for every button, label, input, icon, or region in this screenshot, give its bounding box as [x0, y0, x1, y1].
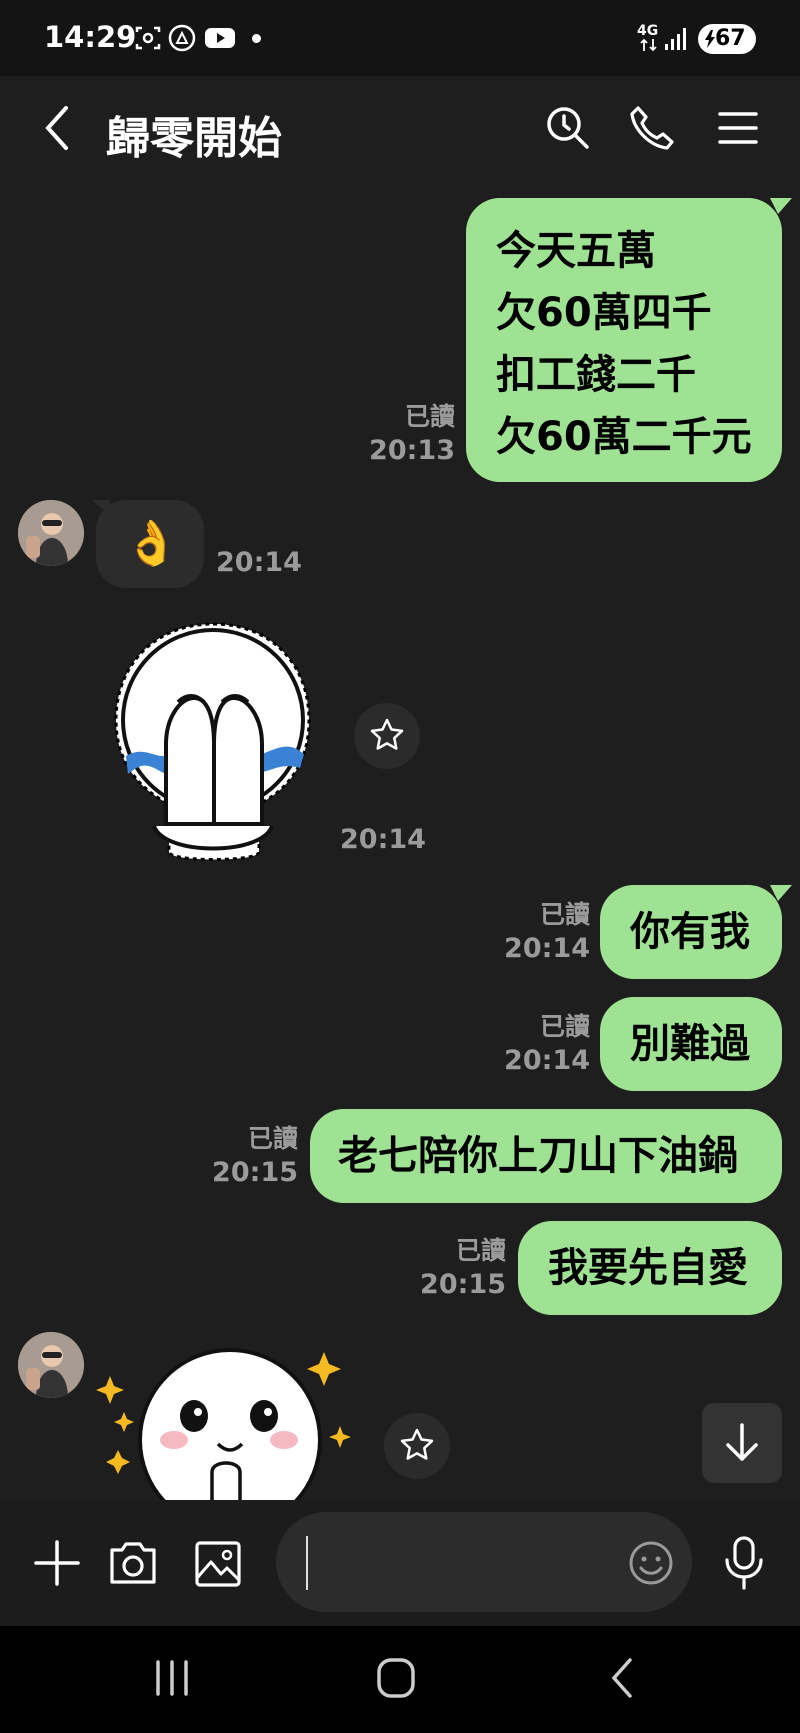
message-input[interactable]: [276, 1512, 692, 1612]
read-status: 已讀: [539, 1012, 590, 1041]
recent-apps-icon[interactable]: [154, 1658, 190, 1698]
chat-title: 歸零開始: [106, 113, 282, 164]
youtube-icon: [205, 28, 235, 48]
message-text: 我要先自愛: [548, 1245, 748, 1291]
message-line: 欠60萬二千元: [496, 414, 752, 460]
read-status: 已讀: [247, 1124, 298, 1153]
status-time: 14:29: [44, 20, 137, 54]
input-bar: [0, 1500, 800, 1626]
status-bar: 14:29 4G 67: [0, 0, 800, 76]
message-line: 欠60萬四千: [496, 290, 712, 336]
camera-icon[interactable]: [108, 1540, 158, 1586]
arrow-down-icon: [726, 1423, 758, 1461]
message-text: 別難過: [630, 1021, 750, 1067]
chat-header: 歸零開始: [0, 76, 800, 186]
bubble-tail: [770, 198, 792, 214]
battery-icon: 67: [698, 24, 756, 54]
text-cursor: [306, 1536, 308, 1590]
avatar[interactable]: [18, 500, 84, 566]
message-meta: 已讀 20:14: [480, 1010, 590, 1078]
message-meta: 已讀 20:14: [480, 898, 590, 966]
drive-icon: [168, 24, 196, 52]
message-line: 今天五萬: [496, 228, 656, 274]
ok-hand-emoji: 👌: [124, 518, 179, 569]
image-icon[interactable]: [194, 1540, 242, 1588]
phone-icon[interactable]: [628, 104, 676, 152]
emoji-icon[interactable]: [628, 1540, 674, 1586]
back-arrow-icon[interactable]: [40, 104, 76, 152]
message-time: 20:14: [216, 547, 302, 578]
notification-dot: [252, 34, 261, 43]
favorite-sticker-button[interactable]: [384, 1413, 450, 1479]
battery-level: 67: [715, 26, 746, 51]
microphone-icon[interactable]: [722, 1536, 766, 1590]
data-arrows-icon: [640, 38, 657, 52]
read-status: 已讀: [539, 900, 590, 929]
avatar[interactable]: [18, 1332, 84, 1398]
crying-sticker[interactable]: [106, 616, 320, 870]
favorite-sticker-button[interactable]: [354, 703, 420, 769]
plus-icon[interactable]: [34, 1540, 80, 1586]
system-nav-bar: [0, 1626, 800, 1733]
back-icon[interactable]: [606, 1656, 638, 1700]
search-icon[interactable]: [544, 104, 592, 152]
menu-icon[interactable]: [718, 108, 758, 148]
message-time: 20:15: [212, 1157, 298, 1188]
home-icon[interactable]: [376, 1656, 416, 1700]
bubble-tail: [770, 885, 792, 901]
outgoing-message-bubble[interactable]: 老七陪你上刀山下油鍋: [310, 1109, 782, 1203]
read-status: 已讀: [455, 1236, 506, 1265]
read-status: 已讀: [404, 402, 455, 431]
message-time: 20:13: [369, 435, 455, 466]
signal-icon: [665, 28, 686, 50]
star-icon: [370, 718, 404, 750]
scroll-to-bottom-button[interactable]: [702, 1403, 782, 1483]
message-time: 20:14: [504, 933, 590, 964]
outgoing-message-bubble[interactable]: 今天五萬 欠60萬四千 扣工錢二千 欠60萬二千元: [466, 198, 782, 482]
message-meta: 已讀 20:15: [400, 1234, 506, 1302]
message-time: 20:14: [340, 824, 426, 855]
message-time: 20:14: [504, 1045, 590, 1076]
outgoing-message-bubble[interactable]: 你有我: [600, 885, 782, 979]
message-text: 你有我: [630, 909, 750, 955]
hopeful-sticker[interactable]: [96, 1340, 356, 1500]
outgoing-message-bubble[interactable]: 別難過: [600, 997, 782, 1091]
message-meta: 已讀 20:15: [200, 1122, 298, 1190]
message-meta: 已讀 20:13: [360, 400, 455, 468]
star-icon: [400, 1428, 434, 1460]
message-text: 老七陪你上刀山下油鍋: [338, 1133, 738, 1179]
incoming-message-bubble[interactable]: 👌: [96, 500, 204, 588]
message-time: 20:15: [420, 1269, 506, 1300]
screenshot-icon: [135, 26, 161, 50]
network-type: 4G: [637, 23, 659, 39]
message-line: 扣工錢二千: [496, 352, 696, 398]
outgoing-message-bubble[interactable]: 我要先自愛: [518, 1221, 782, 1315]
